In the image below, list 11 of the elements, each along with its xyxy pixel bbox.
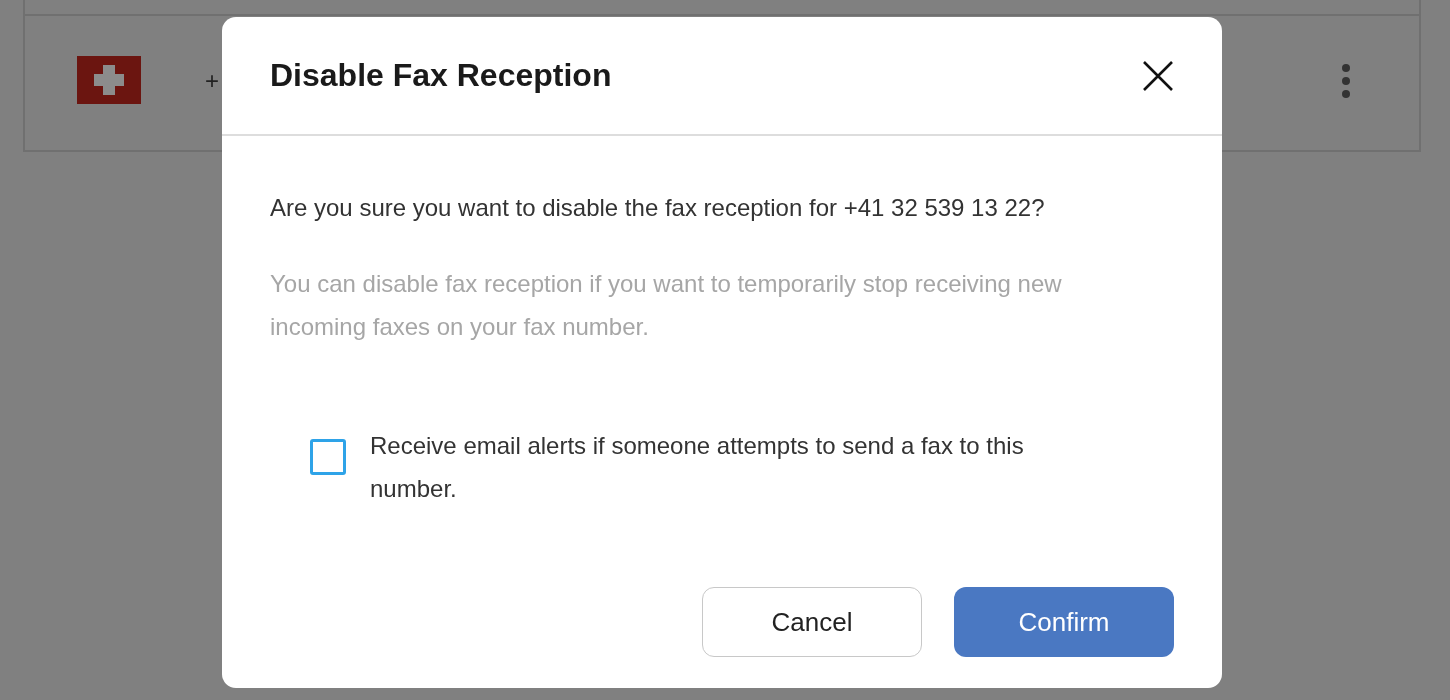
cancel-button[interactable]: Cancel — [702, 587, 922, 657]
checkbox-label: Receive email alerts if someone attempts to send a fax to this number. — [370, 431, 1025, 504]
phone-number: + — [205, 67, 219, 95]
flag-icon — [77, 56, 141, 104]
checkbox[interactable] — [310, 439, 346, 475]
confirm-button[interactable]: Confirm — [954, 587, 1174, 657]
close-button[interactable] — [1142, 59, 1174, 92]
confirmation-message: Are you sure you want to disable the fax reception for +41 32 539 13 22? — [270, 193, 1046, 223]
help-text: You can disable fax reception if you want to temporarily stop receiving new incoming faxes on your fax number. — [270, 269, 1063, 342]
more-options-icon[interactable] — [1341, 64, 1351, 98]
dialog-title: Disable Fax Reception — [270, 57, 612, 94]
